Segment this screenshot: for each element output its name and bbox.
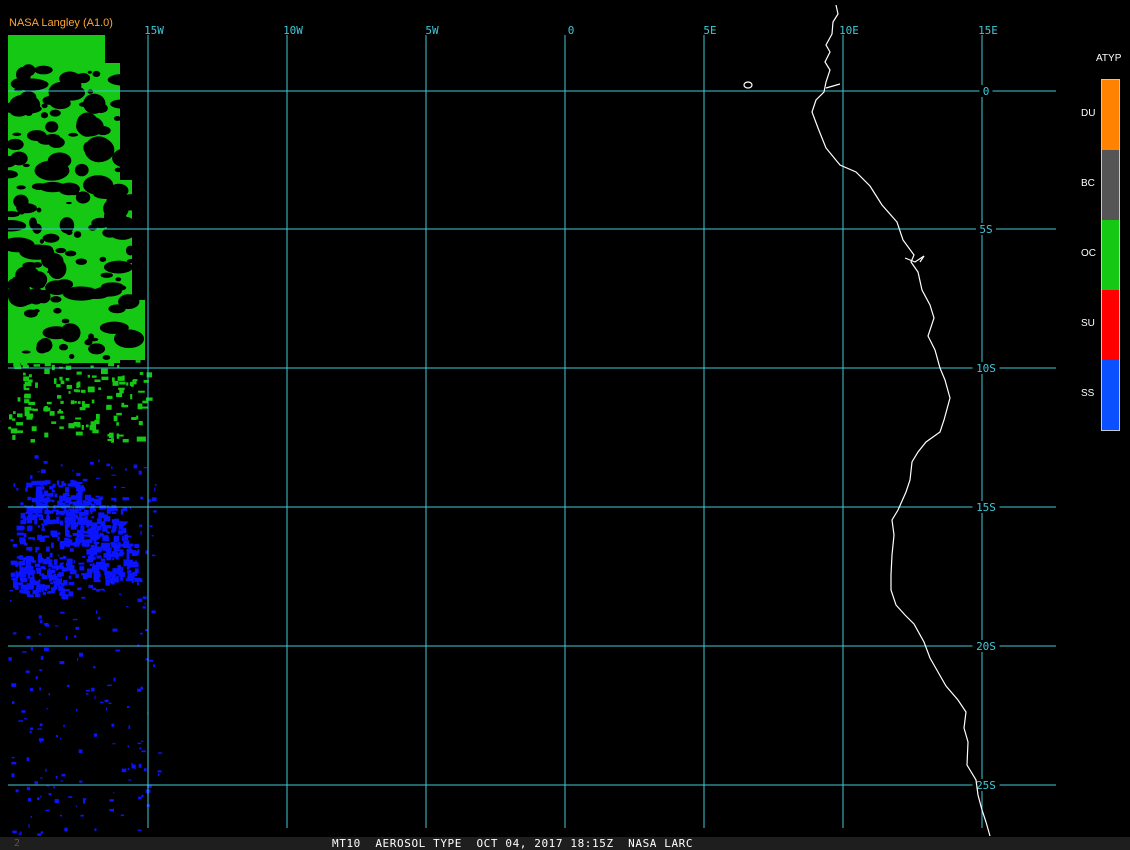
latitude-label: 15S bbox=[976, 501, 996, 514]
footer-caption: MT10 AEROSOL TYPE OCT 04, 2017 18:15Z NA… bbox=[332, 837, 694, 850]
coastline bbox=[743, 4, 991, 837]
longitude-label: 5W bbox=[425, 24, 439, 37]
longitude-label: 5E bbox=[703, 24, 716, 37]
latitude-label: 5S bbox=[979, 223, 992, 236]
legend-swatch-bc bbox=[1102, 150, 1119, 220]
aerosol-type-map: 15W 10W 5W 0 5E 10E 15E 0 5S 10S 15S 20S 25S bbox=[0, 4, 1056, 837]
legend-swatch-du bbox=[1102, 80, 1119, 150]
legend-label-du: DU bbox=[1081, 108, 1096, 119]
longitude-label: 10E bbox=[839, 24, 859, 37]
frame-number: 2 bbox=[14, 838, 21, 849]
longitude-label: 15W bbox=[144, 24, 164, 37]
legend-swatch-ss bbox=[1102, 360, 1119, 430]
latitude-label: 10S bbox=[976, 362, 996, 375]
grid-labels: 15W 10W 5W 0 5E 10E 15E 0 5S 10S 15S 20S 25S bbox=[144, 24, 1000, 792]
credit-label: NASA Langley (A1.0) bbox=[9, 17, 113, 29]
legend-label-bc: BC bbox=[1081, 178, 1095, 189]
legend-swatch-oc bbox=[1102, 220, 1119, 290]
latitude-label: 25S bbox=[976, 779, 996, 792]
longitude-label: 15E bbox=[978, 24, 998, 37]
latitude-label: 0 bbox=[983, 85, 990, 98]
legend-label-oc: OC bbox=[1081, 248, 1096, 259]
longitude-label: 0 bbox=[568, 24, 575, 37]
footer-bar: 2 MT10 AEROSOL TYPE OCT 04, 2017 18:15Z … bbox=[0, 837, 1130, 850]
legend-label-ss: SS bbox=[1081, 388, 1095, 399]
latitude-label: 20S bbox=[976, 640, 996, 653]
legend-swatch-su bbox=[1102, 290, 1119, 360]
longitude-label: 10W bbox=[283, 24, 303, 37]
legend-label-su: SU bbox=[1081, 318, 1095, 329]
legend-title: ATYP bbox=[1096, 53, 1122, 64]
legend-color-bar bbox=[1101, 79, 1120, 431]
aerosol-data-swath bbox=[0, 35, 163, 836]
lat-lon-grid bbox=[8, 35, 1056, 828]
